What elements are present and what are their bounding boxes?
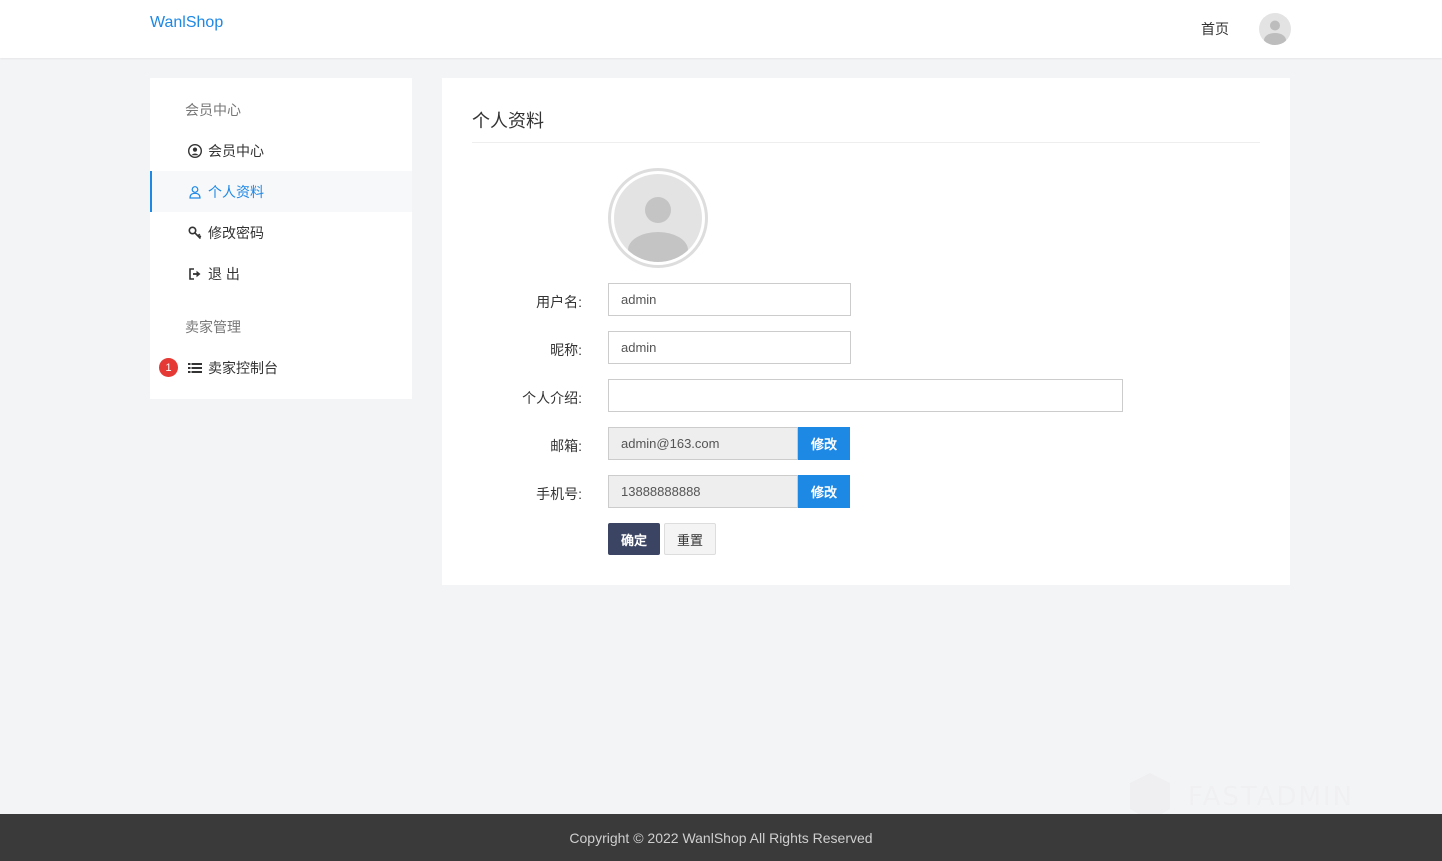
footer: Copyright © 2022 WanlShop All Rights Res… [0,814,1442,861]
email-input [608,427,798,460]
user-circle-icon [188,143,202,158]
copyright-text: Copyright © 2022 WanlShop All Rights Res… [569,829,873,846]
edit-email-button[interactable]: 修改 [798,427,850,460]
username-input[interactable] [608,283,851,316]
mobile-label: 手机号: [536,486,582,502]
reset-button[interactable]: 重置 [664,523,716,555]
sign-out-icon [188,267,202,281]
title-divider [472,142,1260,143]
watermark-text: FASTADMIN [1188,782,1355,812]
sidebar-item-seller-console[interactable]: 1 卖家控制台 [150,347,412,388]
sidebar-menu: 会员中心 会员中心 个人资料 修改密码 退 出 卖家管理 1 卖家控制台 [150,78,412,399]
nickname-input[interactable] [608,331,851,364]
sidebar-item-label: 修改密码 [208,224,264,241]
profile-avatar-upload[interactable] [608,168,708,268]
sidebar-group-title-seller: 卖家管理 [185,319,241,335]
sidebar-item-label: 卖家控制台 [208,359,278,376]
sidebar-item-logout[interactable]: 退 出 [150,253,412,294]
sidebar-group-title-member: 会员中心 [185,102,241,118]
top-navbar: WanlShop 首页 [0,0,1442,58]
brand-logo-link[interactable]: WanlShop [150,14,223,32]
edit-mobile-button[interactable]: 修改 [798,475,850,508]
notification-badge: 1 [159,358,178,377]
avatar-placeholder-icon [628,197,688,262]
profile-panel: 个人资料 用户名: 昵称: 个人介绍: 邮箱: 修改 手机号: 修改 确定 重置 [442,78,1290,585]
sidebar-item-label: 退 出 [208,265,240,282]
user-avatar[interactable] [1259,13,1291,45]
nav-home-link[interactable]: 首页 [1201,19,1229,39]
sidebar-item-profile[interactable]: 个人资料 [150,171,412,212]
submit-button[interactable]: 确定 [608,523,660,555]
email-label: 邮箱: [550,438,582,454]
sidebar-item-change-password[interactable]: 修改密码 [150,212,412,253]
page-title: 个人资料 [472,111,544,131]
sidebar-item-label: 个人资料 [208,183,264,200]
user-icon [188,185,202,199]
sidebar-item-member-center[interactable]: 会员中心 [150,130,412,171]
mobile-input [608,475,798,508]
avatar-placeholder-icon [1264,20,1286,45]
list-icon [188,361,202,375]
key-icon [188,225,202,240]
bio-label: 个人介绍: [522,390,582,406]
username-label: 用户名: [536,294,582,310]
sidebar-item-label: 会员中心 [208,142,264,159]
nickname-label: 昵称: [550,342,582,358]
bio-input[interactable] [608,379,1123,412]
